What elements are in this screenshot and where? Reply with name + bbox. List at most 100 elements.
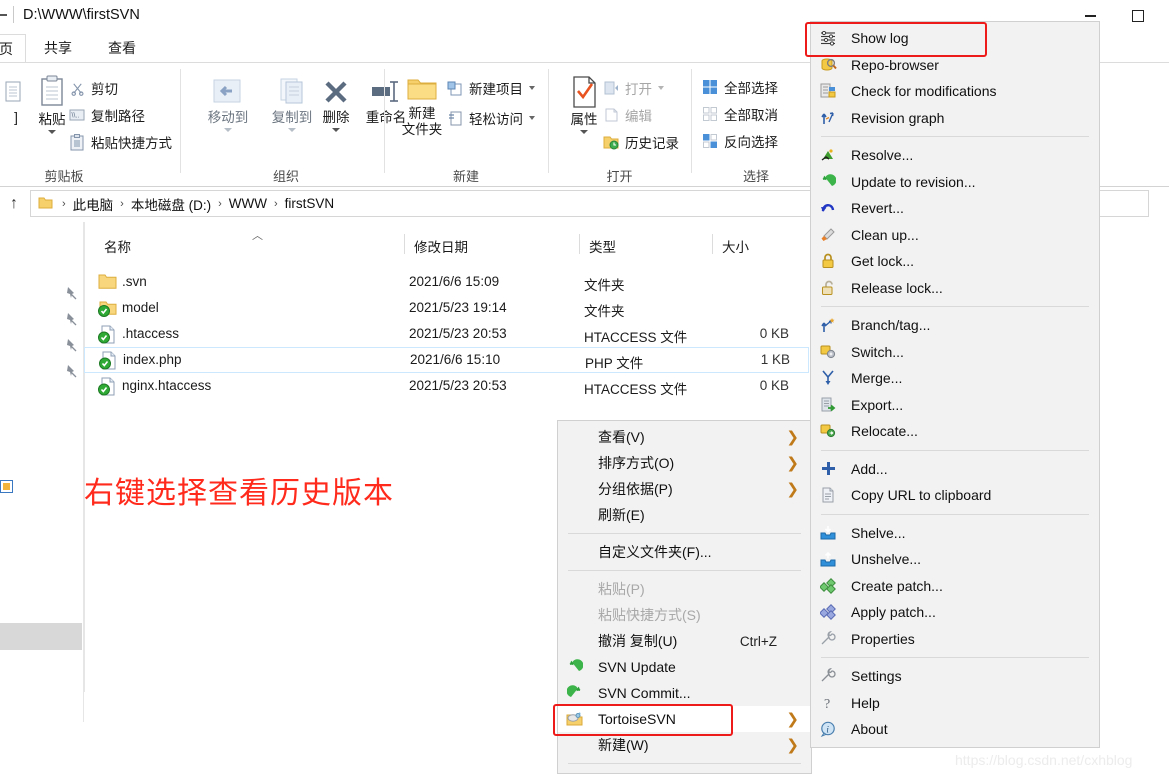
table-row[interactable]: index.php 2021/6/6 15:10 PHP 文件 1 KB <box>84 347 809 373</box>
menu-item-refresh[interactable]: 刷新(E) <box>558 502 811 528</box>
menu-item-get-lock-label: Get lock... <box>851 253 915 270</box>
select-none-button[interactable]: 全部取消 <box>701 102 778 126</box>
menu-item-get-lock[interactable]: Get lock... <box>811 248 1099 275</box>
menu-item-branch-tag[interactable]: Branch/tag... <box>811 312 1099 339</box>
menu-item-svn-commit[interactable]: SVN Commit... <box>558 680 811 706</box>
menu-separator <box>568 570 801 571</box>
menu-separator <box>821 449 1089 451</box>
select-all-icon <box>701 78 719 96</box>
nav-selected-item[interactable] <box>0 623 82 650</box>
tab-share[interactable]: 共享 <box>32 34 84 62</box>
quick-access-dash-icon <box>0 13 7 16</box>
up-button[interactable]: ↑ <box>10 195 18 213</box>
file-date: 2021/5/23 20:53 <box>409 378 507 393</box>
menu-item-group-by[interactable]: 分组依据(P) ❯ <box>558 476 811 502</box>
menu-item-undo-copy[interactable]: 撤消 复制(U) Ctrl+Z <box>558 628 811 654</box>
invert-selection-button[interactable]: 反向选择 <box>701 129 778 153</box>
paste-shortcut-button[interactable]: 粘贴快捷方式 <box>68 130 172 154</box>
menu-item-unshelve[interactable]: Unshelve... <box>811 546 1099 573</box>
create-patch-icon <box>817 577 839 595</box>
merge-icon <box>817 369 839 387</box>
easy-access-button[interactable]: 轻松访问 <box>446 106 535 130</box>
empty-icon-slot <box>564 480 586 498</box>
menu-item-resolve[interactable]: Resolve... <box>811 142 1099 169</box>
breadcrumb-sep-3: › <box>274 197 278 210</box>
menu-item-view[interactable]: 查看(V) ❯ <box>558 424 811 450</box>
tab-home[interactable]: 页 <box>0 34 26 62</box>
column-header-type[interactable]: 类型 <box>589 236 616 256</box>
menu-item-svn-update[interactable]: SVN Update <box>558 654 811 680</box>
select-all-button[interactable]: 全部选择 <box>701 75 778 99</box>
menu-item-revision-graph[interactable]: Revision graph <box>811 105 1099 132</box>
menu-item-shelve[interactable]: Shelve... <box>811 520 1099 547</box>
menu-item-properties[interactable]: Properties <box>811 626 1099 653</box>
menu-item-refresh-label: 刷新(E) <box>598 507 645 523</box>
menu-item-create-patch[interactable]: Create patch... <box>811 573 1099 600</box>
ribbon-group-select: 全部选择 全部取消 反向选择 选择 <box>691 63 821 187</box>
invert-selection-icon <box>701 132 719 150</box>
menu-item-paste-shortcut-label: 粘贴快捷方式(S) <box>598 607 701 623</box>
delete-button[interactable]: 删除 <box>314 77 358 132</box>
ribbon-group-organize-label: 组织 <box>272 169 299 184</box>
breadcrumb-item-local-disk[interactable]: 本地磁盘 (D:) <box>129 194 213 214</box>
menu-item-copy-url[interactable]: Copy URL to clipboard <box>811 482 1099 509</box>
menu-item-update-to-revision[interactable]: Update to revision... <box>811 169 1099 196</box>
move-to-button[interactable]: 移动到 <box>196 77 260 132</box>
tab-view[interactable]: 查看 <box>96 34 148 62</box>
folder-svn-icon <box>98 299 117 318</box>
column-header-date[interactable]: 修改日期 <box>414 236 468 256</box>
menu-item-copy-url-label: Copy URL to clipboard <box>851 487 992 504</box>
copy-to-icon <box>280 78 303 104</box>
table-row[interactable]: .htaccess 2021/5/23 20:53 HTACCESS 文件 0 … <box>84 322 809 348</box>
release-lock-icon <box>817 279 839 297</box>
new-item-button[interactable]: 新建项目 <box>446 76 535 100</box>
breadcrumb-item-www[interactable]: WWW <box>227 196 269 211</box>
file-list-header: 名称 ︿ 修改日期 类型 大小 <box>84 230 809 260</box>
table-row[interactable]: .svn 2021/6/6 15:09 文件夹 <box>84 270 809 296</box>
file-name: .svn <box>122 274 147 289</box>
cut-button[interactable]: 剪切 <box>68 76 118 100</box>
menu-separator <box>568 763 801 764</box>
file-date: 2021/6/6 15:10 <box>410 352 501 367</box>
menu-item-check-modifications[interactable]: Check for modifications <box>811 78 1099 105</box>
table-row[interactable]: nginx.htaccess 2021/5/23 20:53 HTACCESS … <box>84 374 809 400</box>
breadcrumb-item-firstsvn[interactable]: firstSVN <box>283 196 337 211</box>
title-bar-left: D:\WWW\firstSVN <box>0 6 140 23</box>
ribbon-group-open-label: 打开 <box>606 169 633 184</box>
select-none-label: 全部取消 <box>724 108 778 123</box>
menu-item-help[interactable]: ? Help <box>811 690 1099 717</box>
menu-item-about[interactable]: i About <box>811 716 1099 743</box>
menu-item-sort-by[interactable]: 排序方式(O) ❯ <box>558 450 811 476</box>
menu-item-export[interactable]: Export... <box>811 392 1099 419</box>
menu-item-customize-folder[interactable]: 自定义文件夹(F)... <box>558 539 811 565</box>
menu-item-relocate[interactable]: Relocate... <box>811 418 1099 445</box>
tab-view-label: 查看 <box>108 40 136 56</box>
menu-item-clean-up[interactable]: Clean up... <box>811 222 1099 249</box>
breadcrumb-item-this-pc[interactable]: 此电脑 <box>71 194 116 214</box>
history-button[interactable]: 历史记录 <box>602 130 679 154</box>
column-header-name[interactable]: 名称 <box>104 236 131 256</box>
file-svn-icon <box>99 351 118 370</box>
menu-item-update-to-revision-label: Update to revision... <box>851 173 976 190</box>
open-button[interactable]: 打开 <box>602 76 664 100</box>
unshelve-icon <box>817 550 839 568</box>
new-folder-button[interactable]: 新建 文件夹 <box>390 75 454 138</box>
menu-item-merge[interactable]: Merge... <box>811 365 1099 392</box>
column-header-size[interactable]: 大小 <box>722 236 749 256</box>
edit-button[interactable]: 编辑 <box>602 103 652 127</box>
pin-icon-1 <box>64 286 78 300</box>
menu-item-revert[interactable]: Revert... <box>811 195 1099 222</box>
select-none-icon <box>701 105 719 123</box>
menu-item-release-lock[interactable]: Release lock... <box>811 275 1099 302</box>
maximize-button[interactable] <box>1115 0 1161 32</box>
properties-caret-icon <box>580 130 588 134</box>
menu-item-branch-tag-label: Branch/tag... <box>851 317 931 334</box>
copy-path-button[interactable]: \\.. 复制路径 <box>68 103 145 127</box>
menu-item-settings[interactable]: Settings <box>811 663 1099 690</box>
menu-item-switch[interactable]: Switch... <box>811 339 1099 366</box>
table-row[interactable]: model 2021/5/23 19:14 文件夹 <box>84 296 809 322</box>
menu-item-add[interactable]: Add... <box>811 456 1099 483</box>
menu-item-paste-shortcut: 粘贴快捷方式(S) <box>558 602 811 628</box>
menu-item-apply-patch[interactable]: Apply patch... <box>811 599 1099 626</box>
navigation-pane[interactable] <box>0 222 84 722</box>
